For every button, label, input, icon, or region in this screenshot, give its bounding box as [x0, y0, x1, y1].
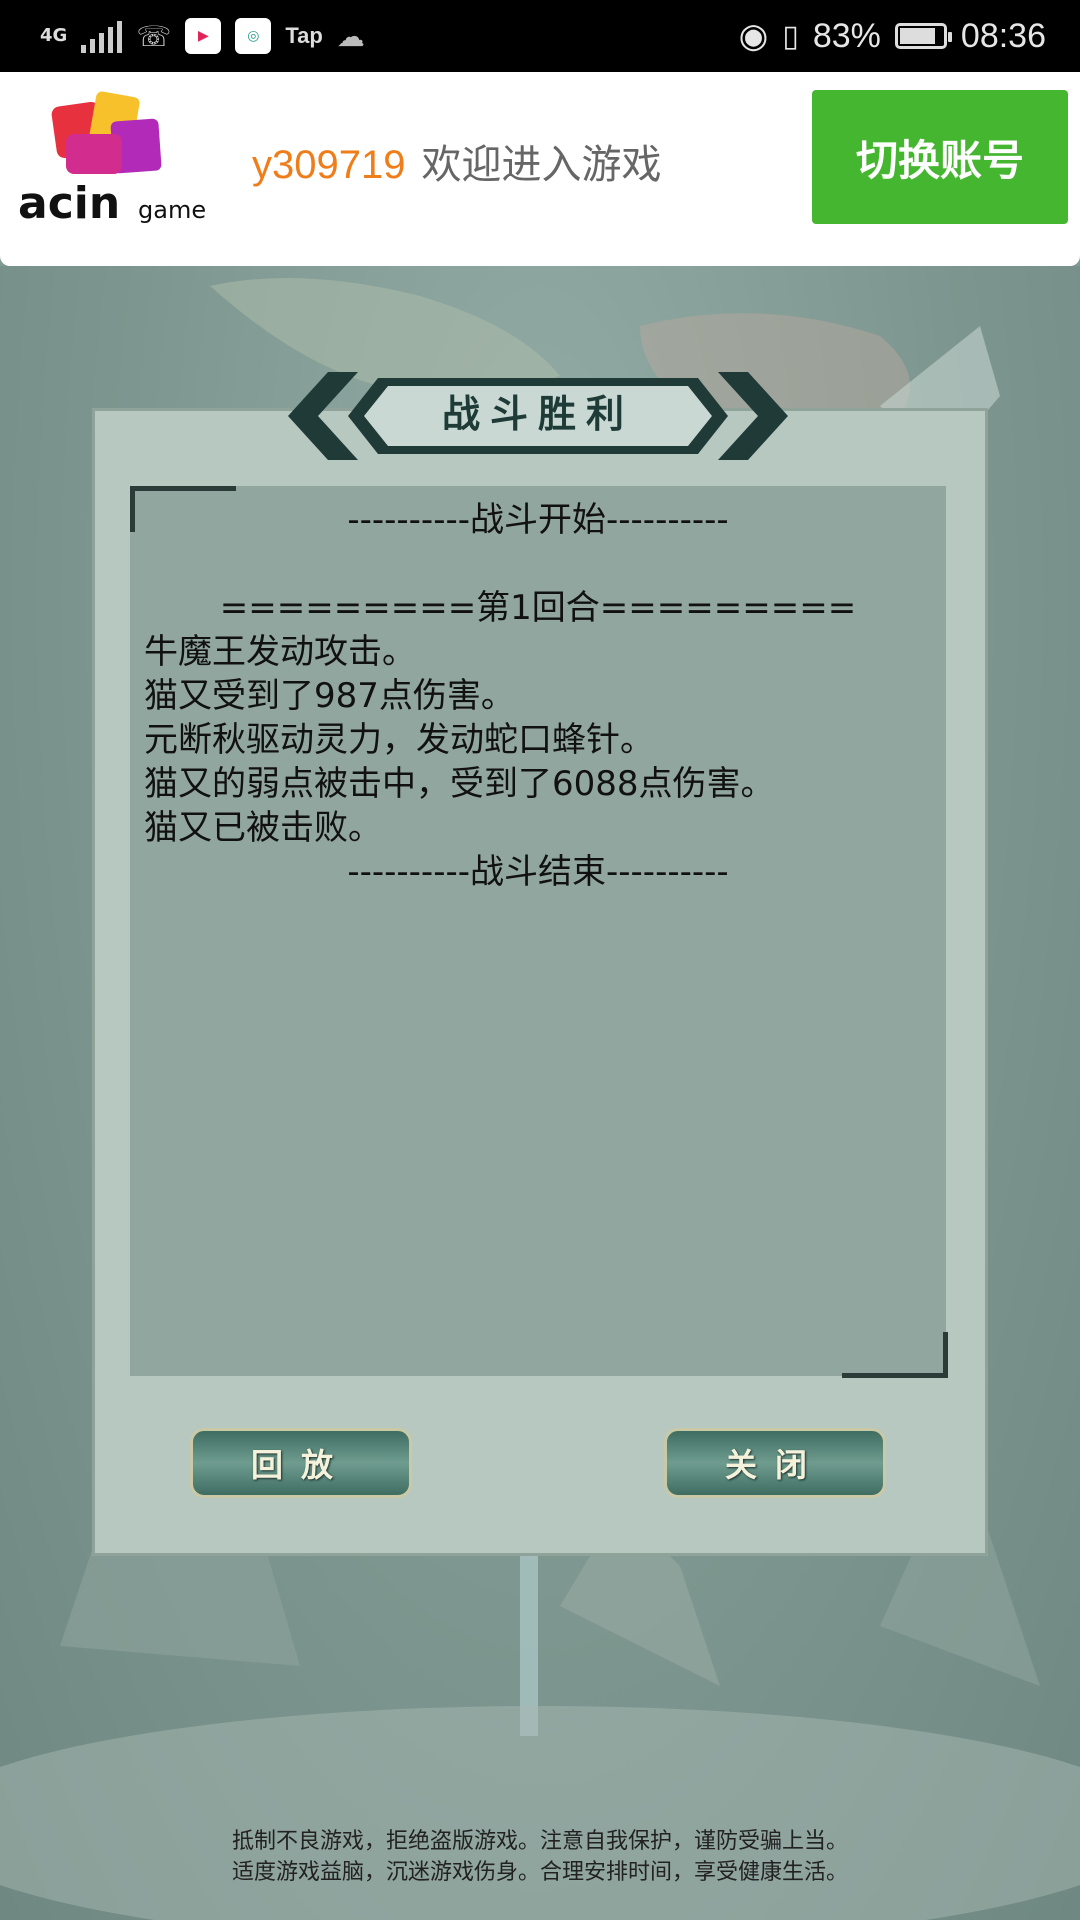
- svg-text:game: game: [138, 196, 206, 224]
- welcome-message: y309719 欢迎进入游戏: [252, 132, 661, 190]
- eye-icon: ◉: [738, 17, 769, 55]
- log-line: 元断秋驱动灵力，发动蛇口蜂针。: [144, 720, 654, 760]
- status-bar: 4G ☏ ▶ ◎ Tap ☁ ◉ ▯ 83% 08:36: [0, 0, 1080, 72]
- switch-account-button[interactable]: 切换账号: [812, 90, 1068, 224]
- health-notice: 抵制不良游戏，拒绝盗版游戏。注意自我保护，谨防受骗上当。 适度游戏益脑，沉迷游戏…: [0, 1826, 1080, 1888]
- replay-button[interactable]: 回放: [190, 1428, 412, 1498]
- youku-app-icon: ▶: [185, 18, 222, 54]
- battery-icon: [894, 23, 952, 49]
- username: y309719: [252, 143, 406, 187]
- missed-call-icon: ☏: [136, 19, 172, 53]
- account-header: acin game y309719 欢迎进入游戏 切换账号: [0, 72, 1080, 266]
- dialog-title: 战斗胜利: [441, 391, 634, 436]
- close-button[interactable]: 关闭: [664, 1428, 886, 1498]
- log-line: 猫又已被击败。: [144, 808, 382, 848]
- acingame-logo: acin game: [18, 91, 206, 229]
- status-right: ◉ ▯ 83% 08:36: [739, 10, 1046, 62]
- battle-end-line: ----------战斗结束----------: [347, 852, 729, 892]
- cloud-icon: ☁: [336, 19, 365, 53]
- battery-percent: 83%: [812, 16, 881, 55]
- battle-start-line: ----------战斗开始----------: [347, 500, 729, 540]
- health-notice-line-2: 适度游戏益脑，沉迷游戏伤身。合理安排时间，享受健康生活。: [231, 1860, 848, 1885]
- log-line: 猫又的弱点被击中，受到了6088点伤害。: [144, 764, 775, 804]
- status-left: 4G ☏ ▶ ◎ Tap ☁: [40, 12, 365, 60]
- battery-fill: [899, 28, 935, 44]
- tap-app-icon: Tap: [285, 23, 323, 48]
- log-line: 牛魔王发动攻击。: [144, 632, 416, 672]
- network-type: 4G: [40, 25, 68, 46]
- round-header: =========第1回合=========: [219, 588, 857, 628]
- clock: 08:36: [960, 16, 1046, 55]
- health-notice-line-1: 抵制不良游戏，拒绝盗版游戏。注意自我保护，谨防受骗上当。: [231, 1829, 848, 1854]
- vibrate-icon: ▯: [782, 19, 799, 53]
- svg-text:acin: acin: [18, 178, 120, 229]
- corner-decoration-bottom-right: [842, 1332, 948, 1378]
- welcome-text: 欢迎进入游戏: [421, 143, 662, 187]
- signal-icon: [81, 19, 123, 53]
- log-line: 猫又受到了987点伤害。: [144, 676, 515, 716]
- browser-app-icon: ◎: [235, 18, 272, 54]
